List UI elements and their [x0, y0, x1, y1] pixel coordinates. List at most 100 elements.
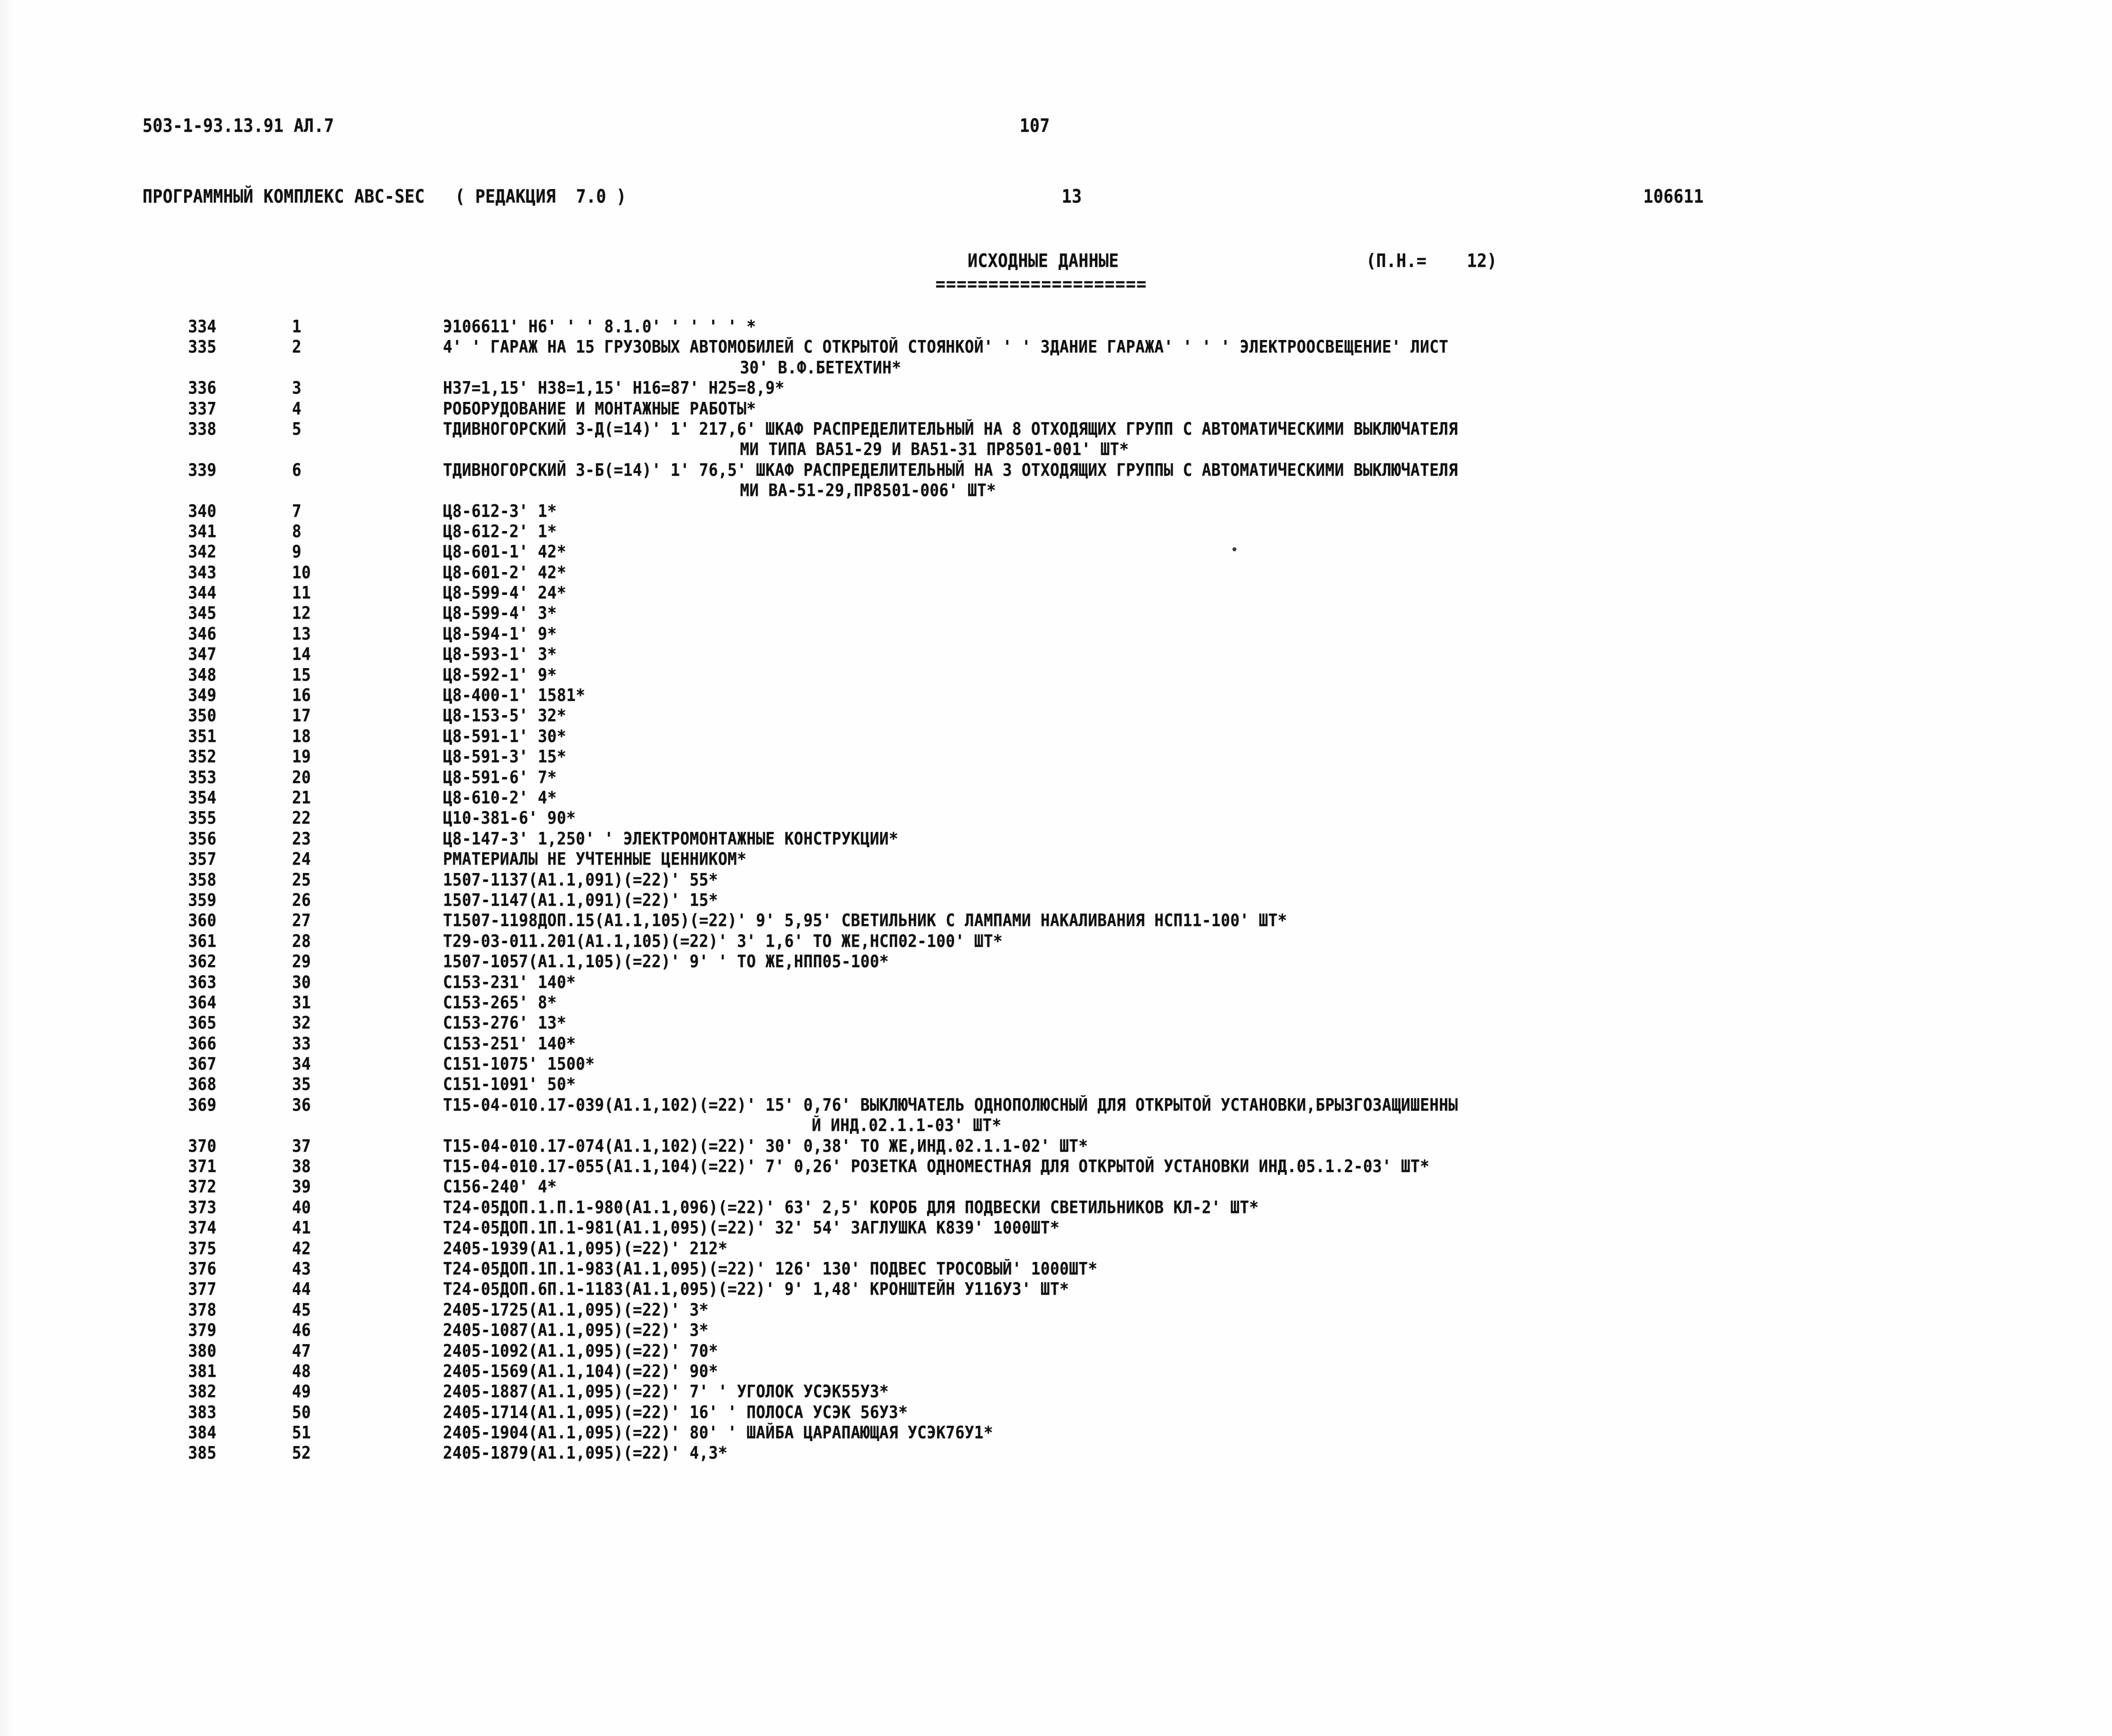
row-text: Т24-05ДОП.6П.1-1183(А1.1,095)(=22)' 9' 1…	[443, 1279, 1069, 1300]
sheet-number: 13	[1062, 186, 1082, 207]
listing-row: 360 27 Т1507-1198ДОП.15(А1.1,105)(=22)' 9'…	[0, 911, 2112, 931]
row-item-number: 12	[292, 603, 311, 624]
row-text: Т15-04-010.17-055(А1.1,104)(=22)' 7' 0,2…	[443, 1157, 1430, 1177]
listing-row: 349 16 Ц8-400-1' 1581*	[0, 685, 2112, 706]
row-item-number: 41	[292, 1218, 311, 1238]
row-item-number: 25	[292, 869, 311, 890]
row-item-number: 49	[292, 1382, 311, 1402]
listing-row: 377 44 Т24-05ДОП.6П.1-1183(А1.1,095)(=22)'…	[0, 1279, 2112, 1300]
listing-row: 379 46 2405-1087(А1.1,095)(=22)' 3*	[0, 1320, 2112, 1341]
row-item-number: 16	[292, 685, 311, 706]
row-sequence-number: 365	[188, 1013, 217, 1033]
row-text: 2405-1092(А1.1,095)(=22)' 70*	[443, 1341, 718, 1361]
row-text: Ц8-592-1' 9*	[443, 665, 557, 685]
row-sequence-number: 338	[188, 419, 217, 439]
listing-row: 350 17 Ц8-153-5' 32*	[0, 706, 2112, 726]
row-text: Ц8-400-1' 1581*	[443, 685, 586, 706]
row-sequence-number: 376	[188, 1258, 217, 1279]
row-continuation-text: МИ ВА-51-29,ПР8501-006' ШТ*	[740, 481, 996, 501]
listing-row: 376 43 Т24-05ДОП.1П.1-983(А1.1,095)(=22)' …	[0, 1259, 2112, 1279]
listing-row: 359 26 1507-1147(А1.1,091)(=22)' 15*	[0, 890, 2112, 911]
row-item-number: 4	[292, 398, 302, 419]
listing-row: 380 47 2405-1092(А1.1,095)(=22)' 70*	[0, 1341, 2112, 1361]
row-item-number: 13	[292, 624, 311, 644]
row-text: Ц8-147-3' 1,250' ' ЭЛЕКТРОМОНТАЖНЫЕ КОНС…	[443, 828, 898, 849]
row-item-number: 44	[292, 1279, 311, 1300]
row-text: 2405-1087(А1.1,095)(=22)' 3*	[443, 1320, 709, 1341]
row-sequence-number: 346	[188, 624, 217, 644]
row-sequence-number: 383	[188, 1402, 217, 1423]
row-sequence-number: 350	[188, 706, 217, 726]
row-sequence-number: 337	[188, 398, 217, 419]
listing-row: 384 51 2405-1904(А1.1,095)(=22)' 80' ' ШАЙ…	[0, 1423, 2112, 1443]
row-sequence-number: 373	[188, 1197, 217, 1218]
listing-row: 348 15 Ц8-592-1' 9*	[0, 665, 2112, 685]
listing-row: 336 3 Н37=1,15' Н38=1,15' Н16=87' Н25=8,9*	[0, 378, 2112, 398]
row-text: 1507-1147(А1.1,091)(=22)' 15*	[443, 890, 718, 911]
row-continuation-text: Й ИНД.02.1.1-03' ШТ*	[812, 1115, 1002, 1136]
software-title: ПРОГРАММНЫЙ КОМПЛЕКС АВС-SEC ( РЕДАКЦИЯ …	[143, 186, 627, 207]
listing-row: 337 4 РОБОРУДОВАНИЕ И МОНТАЖНЫЕ РАБОТЫ*	[0, 399, 2112, 419]
row-item-number: 1	[292, 317, 302, 337]
row-sequence-number: 334	[188, 317, 217, 337]
listing-row: 335 2 4' ' ГАРАЖ НА 15 ГРУЗОВЫХ АВТОМОБИЛЕ…	[0, 337, 2112, 357]
row-text: Ц10-381-6' 90*	[443, 808, 576, 828]
row-text: С153-251' 140*	[443, 1033, 576, 1054]
row-item-number: 42	[292, 1238, 311, 1258]
row-text: 2405-1904(А1.1,095)(=22)' 80' ' ШАЙБА ЦА…	[443, 1423, 993, 1443]
listing-row: 364 31 С153-265' 8*	[0, 993, 2112, 1013]
listing-row: 353 20 Ц8-591-6' 7*	[0, 768, 2112, 788]
listing-row: 340 7 Ц8-612-3' 1*	[0, 501, 2112, 522]
row-item-number: 24	[292, 849, 311, 869]
listing-row: 357 24 РМАТЕРИАЛЫ НЕ УЧТЕННЫЕ ЦЕННИКОМ*	[0, 849, 2112, 869]
listing-row: 370 37 Т15-04-010.17-074(А1.1,102)(=22)' 3…	[0, 1136, 2112, 1157]
row-item-number: 34	[292, 1054, 311, 1074]
row-item-number: 22	[292, 808, 311, 828]
row-sequence-number: 351	[188, 726, 217, 747]
row-item-number: 23	[292, 828, 311, 849]
row-text: 4' ' ГАРАЖ НА 15 ГРУЗОВЫХ АВТОМОБИЛЕЙ С …	[443, 337, 1449, 357]
listing-row: 378 45 2405-1725(А1.1,095)(=22)' 3*	[0, 1300, 2112, 1320]
row-text: 2405-1939(А1.1,095)(=22)' 212*	[443, 1238, 728, 1258]
section-underline: ====================	[935, 273, 1147, 295]
row-item-number: 32	[292, 1013, 311, 1033]
listing-row: 339 6 ТДИВНОГОРСКИЙ 3-Б(=14)' 1' 76,5' ШКА…	[0, 460, 2112, 481]
row-text: Т24-05ДОП.1П.1-983(А1.1,095)(=22)' 126' …	[443, 1258, 1098, 1279]
row-sequence-number: 362	[188, 952, 217, 972]
row-text: Т24-05ДОП.1.П.1-980(А1.1,096)(=22)' 63' …	[443, 1197, 1259, 1218]
row-sequence-number: 343	[188, 562, 217, 583]
row-text: 2405-1887(А1.1,095)(=22)' 7' ' УГОЛОК УС…	[443, 1382, 889, 1402]
row-item-number: 10	[292, 562, 311, 583]
row-item-number: 28	[292, 931, 311, 952]
listing-row: 344 11 Ц8-599-4' 24*	[0, 583, 2112, 603]
row-sequence-number: 359	[188, 890, 217, 911]
row-text: Ц8-593-1' 3*	[443, 644, 557, 665]
row-sequence-number: 381	[188, 1361, 217, 1382]
row-sequence-number: 339	[188, 460, 217, 481]
listing-row: 381 48 2405-1569(А1.1,104)(=22)' 90*	[0, 1361, 2112, 1382]
page-number: 107	[1020, 115, 1050, 137]
row-text: 2405-1569(А1.1,104)(=22)' 90*	[443, 1361, 718, 1382]
row-sequence-number: 335	[188, 337, 217, 357]
data-listing: 334 1 Э106611' Н6' ' ' 8.1.0' ' ' ' ' * 335…	[0, 317, 2112, 1464]
row-text: РОБОРУДОВАНИЕ И МОНТАЖНЫЕ РАБОТЫ*	[443, 398, 756, 419]
row-item-number: 8	[292, 521, 302, 542]
row-sequence-number: 378	[188, 1300, 217, 1320]
row-text: ТДИВНОГОРСКИЙ 3-Б(=14)' 1' 76,5' ШКАФ РА…	[443, 460, 1458, 481]
row-sequence-number: 372	[188, 1177, 217, 1197]
row-text: С151-1075' 1500*	[443, 1054, 595, 1074]
row-item-number: 31	[292, 992, 311, 1013]
listing-row: 375 42 2405-1939(А1.1,095)(=22)' 212*	[0, 1239, 2112, 1259]
row-sequence-number: 347	[188, 644, 217, 665]
listing-row: 342 9 Ц8-601-1' 42*	[0, 542, 2112, 562]
row-sequence-number: 341	[188, 521, 217, 542]
row-sequence-number: 357	[188, 849, 217, 869]
row-text: Ц8-610-2' 4*	[443, 787, 557, 808]
row-text: Ц8-599-4' 24*	[443, 583, 567, 603]
row-item-number: 52	[292, 1443, 311, 1463]
document-code: 503-1-93.13.91 АЛ.7	[143, 115, 334, 137]
row-continuation-text: МИ ТИПА ВА51-29 И ВА51-31 ПР8501-001' ШТ…	[740, 439, 1129, 460]
row-continuation-text: 30' В.Ф.БЕТЕХТИН*	[740, 357, 901, 378]
listing-row: 369 36 Т15-04-010.17-039(А1.1,102)(=22)' 1…	[0, 1095, 2112, 1115]
row-text: Ц8-591-1' 30*	[443, 726, 567, 747]
